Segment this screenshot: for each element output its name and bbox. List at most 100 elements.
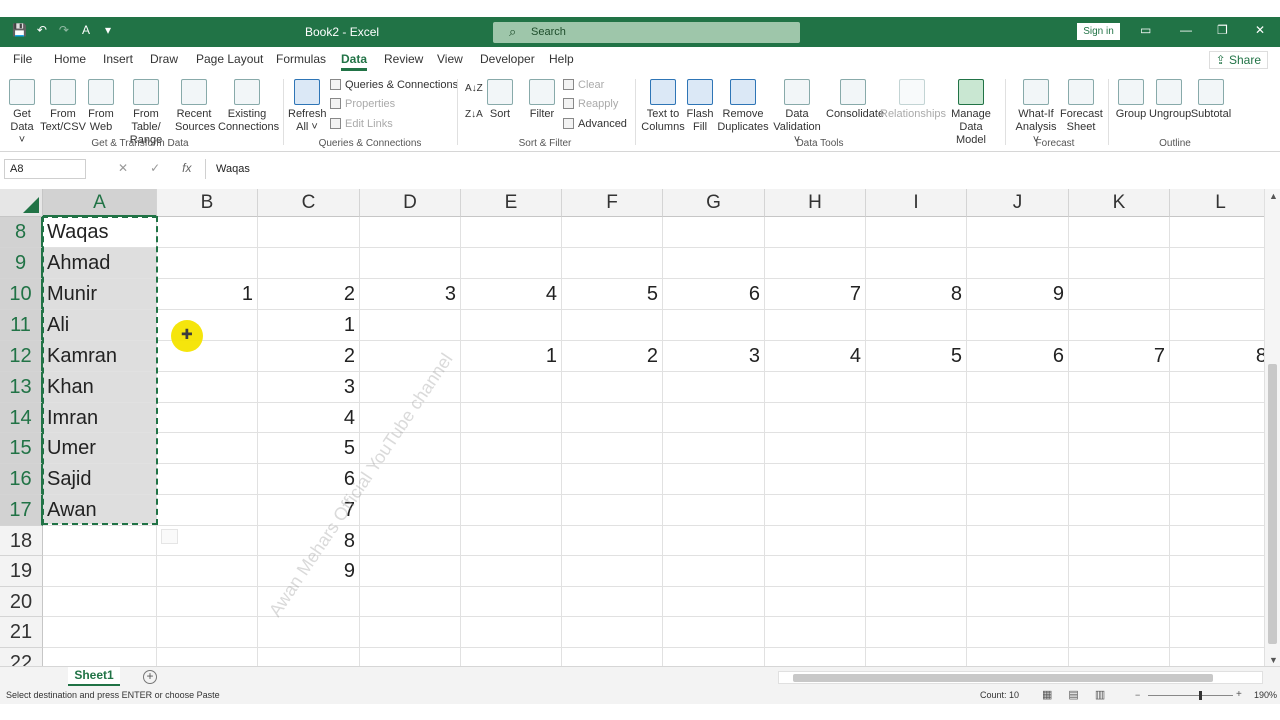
cell-c12[interactable]: 2 xyxy=(258,341,360,372)
existing-connections-button[interactable]: Existing Connections xyxy=(218,79,279,134)
cell-i12[interactable]: 5 xyxy=(866,341,967,372)
scroll-up-icon[interactable]: ▲ xyxy=(1269,191,1278,201)
restore-button[interactable]: ❐ xyxy=(1217,23,1228,37)
undo-icon[interactable]: ↶ xyxy=(35,23,49,37)
from-text-csv-button[interactable]: From Text/CSV xyxy=(40,79,86,134)
enter-icon[interactable]: ✓ xyxy=(150,161,160,175)
horizontal-scrollbar[interactable] xyxy=(778,671,1263,684)
horizontal-scroll-thumb[interactable] xyxy=(793,674,1213,682)
queries-connections-button[interactable]: Queries & Connections xyxy=(330,79,458,91)
cell-l12[interactable]: 8 xyxy=(1170,341,1264,372)
zoom-level[interactable]: 190% xyxy=(1254,690,1277,700)
ribbon-display-options-icon[interactable]: ▭ xyxy=(1140,23,1151,37)
recent-sources-button[interactable]: Recent Sources xyxy=(175,79,215,134)
zoom-out-button[interactable]: − xyxy=(1135,690,1140,700)
row-header-20[interactable]: 20 xyxy=(0,587,43,617)
cell-h12[interactable]: 4 xyxy=(765,341,866,372)
tab-draw[interactable]: Draw xyxy=(150,52,178,66)
cell-f10[interactable]: 5 xyxy=(562,279,663,310)
refresh-all-button[interactable]: Refresh All ˅ xyxy=(288,79,327,134)
cell-f12[interactable]: 2 xyxy=(562,341,663,372)
name-box[interactable]: A8 xyxy=(4,159,86,179)
forecast-sheet-button[interactable]: Forecast Sheet xyxy=(1060,79,1103,134)
filter-button[interactable]: Filter xyxy=(526,79,558,121)
column-header-f[interactable]: F xyxy=(562,189,663,217)
cell-i10[interactable]: 8 xyxy=(866,279,967,310)
share-button[interactable]: ⇪ Share xyxy=(1208,51,1268,69)
row-header-13[interactable]: 13 xyxy=(0,372,43,403)
cell-c15[interactable]: 5 xyxy=(258,433,360,464)
qat-more-icon[interactable]: ▾ xyxy=(101,23,115,37)
properties-button[interactable]: Properties xyxy=(330,98,395,110)
normal-view-icon[interactable]: ▦ xyxy=(1042,688,1052,701)
ungroup-button[interactable]: Ungroup xyxy=(1149,79,1191,121)
sign-in-button[interactable]: Sign in xyxy=(1077,23,1120,40)
tab-home[interactable]: Home xyxy=(54,52,86,66)
from-table-range-button[interactable]: From Table/ Range xyxy=(118,79,174,147)
tab-developer[interactable]: Developer xyxy=(480,52,535,66)
row-header-22[interactable]: 22 xyxy=(0,648,43,666)
column-header-l[interactable]: L xyxy=(1170,189,1264,217)
sort-a-z-button[interactable]: A↓Z xyxy=(465,83,483,94)
row-header-8[interactable]: 8 xyxy=(0,217,43,248)
page-layout-view-icon[interactable]: ▤ xyxy=(1068,688,1078,701)
tab-review[interactable]: Review xyxy=(384,52,423,66)
vertical-scrollbar[interactable]: ▲ ▼ xyxy=(1264,189,1280,666)
row-header-15[interactable]: 15 xyxy=(0,433,43,464)
minimize-button[interactable]: — xyxy=(1180,23,1192,37)
row-header-10[interactable]: 10 xyxy=(0,279,43,310)
manage-data-model-button[interactable]: Manage Data Model xyxy=(944,79,998,147)
scroll-down-icon[interactable]: ▼ xyxy=(1269,655,1278,665)
cell-c16[interactable]: 6 xyxy=(258,464,360,495)
column-header-c[interactable]: C xyxy=(258,189,360,217)
insert-function-icon[interactable]: fx xyxy=(182,161,191,175)
remove-duplicates-button[interactable]: Remove Duplicates xyxy=(716,79,770,134)
subtotal-button[interactable]: Subtotal xyxy=(1190,79,1232,121)
cancel-icon[interactable]: ✕ xyxy=(118,161,128,175)
flash-fill-button[interactable]: Flash Fill xyxy=(686,79,714,134)
relationships-button[interactable]: Relationships xyxy=(880,79,946,121)
tab-view[interactable]: View xyxy=(437,52,463,66)
font-color-icon[interactable]: A xyxy=(79,23,93,37)
column-header-g[interactable]: G xyxy=(663,189,765,217)
tab-data[interactable]: Data xyxy=(341,52,368,71)
new-sheet-button[interactable]: + xyxy=(143,670,157,684)
reapply-button[interactable]: Reapply xyxy=(563,98,618,110)
column-header-k[interactable]: K xyxy=(1069,189,1170,217)
cell-c10[interactable]: 2 xyxy=(258,279,360,310)
cell-c19[interactable]: 9 xyxy=(258,556,360,587)
text-to-columns-button[interactable]: Text to Columns xyxy=(641,79,685,134)
cell-g12[interactable]: 3 xyxy=(663,341,765,372)
page-break-preview-icon[interactable]: ▥ xyxy=(1095,688,1105,701)
cell-c11[interactable]: 1 xyxy=(258,310,360,341)
column-header-h[interactable]: H xyxy=(765,189,866,217)
clear-filter-button[interactable]: Clear xyxy=(563,79,604,91)
what-if-analysis-button[interactable]: What-If Analysis ˅ xyxy=(1012,79,1060,147)
row-header-9[interactable]: 9 xyxy=(0,248,43,279)
column-header-b[interactable]: B xyxy=(157,189,258,217)
row-header-21[interactable]: 21 xyxy=(0,617,43,648)
row-header-18[interactable]: 18 xyxy=(0,526,43,556)
from-web-button[interactable]: From Web xyxy=(86,79,116,134)
redo-icon[interactable]: ↷ xyxy=(57,23,71,37)
group-button[interactable]: Group xyxy=(1114,79,1148,121)
sheet-tab-sheet1[interactable]: Sheet1 xyxy=(68,667,120,686)
cell-g10[interactable]: 6 xyxy=(663,279,765,310)
tab-insert[interactable]: Insert xyxy=(103,52,133,66)
column-header-a[interactable]: A xyxy=(43,189,157,217)
close-button[interactable]: ✕ xyxy=(1255,23,1265,37)
cell-e12[interactable]: 1 xyxy=(461,341,562,372)
row-header-16[interactable]: 16 xyxy=(0,464,43,495)
consolidate-button[interactable]: Consolidate xyxy=(826,79,884,121)
tab-page-layout[interactable]: Page Layout xyxy=(196,52,263,66)
zoom-slider[interactable] xyxy=(1148,695,1233,696)
cell-k12[interactable]: 7 xyxy=(1069,341,1170,372)
data-validation-button[interactable]: Data Validation ˅ xyxy=(770,79,824,147)
sort-z-a-button[interactable]: Z↓A xyxy=(465,109,483,120)
column-header-i[interactable]: I xyxy=(866,189,967,217)
row-header-14[interactable]: 14 xyxy=(0,403,43,433)
column-header-j[interactable]: J xyxy=(967,189,1069,217)
cell-c18[interactable]: 8 xyxy=(258,526,360,556)
cell-c14[interactable]: 4 xyxy=(258,403,360,433)
cell-j10[interactable]: 9 xyxy=(967,279,1069,310)
